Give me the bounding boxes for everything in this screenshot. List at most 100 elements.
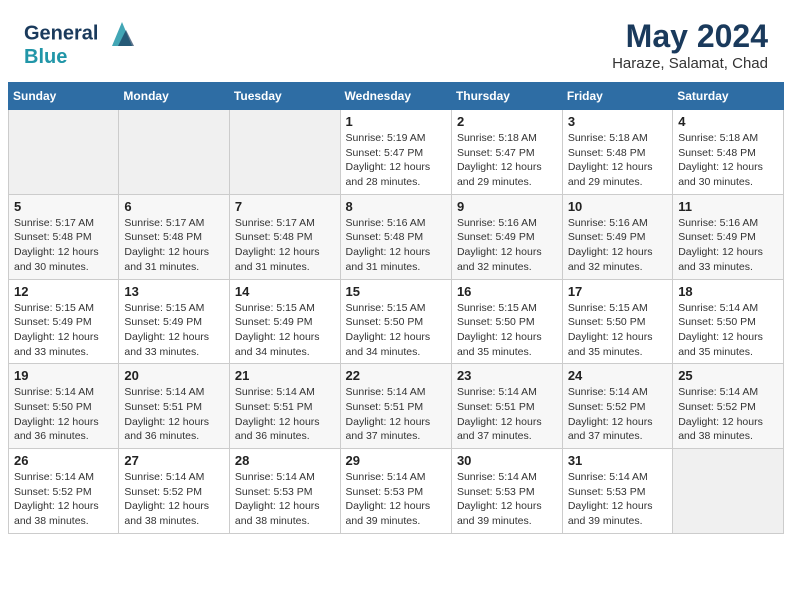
day-number: 26: [14, 453, 113, 468]
day-number: 15: [346, 284, 446, 299]
calendar-cell: 26 Sunrise: 5:14 AM Sunset: 5:52 PM Dayli…: [9, 449, 119, 534]
day-number: 17: [568, 284, 667, 299]
day-number: 9: [457, 199, 557, 214]
calendar-cell: 25Sunrise: 5:14 AM Sunset: 5:52 PM Dayli…: [673, 364, 784, 449]
day-number: 12: [14, 284, 113, 299]
day-number: 5: [14, 199, 113, 214]
day-info: Sunrise: 5:14 AM Sunset: 5:50 PM Dayligh…: [14, 385, 113, 444]
calendar-cell: 22 Sunrise: 5:14 AM Sunset: 5:51 PM Dayli…: [340, 364, 451, 449]
calendar-cell: 24Sunrise: 5:14 AM Sunset: 5:52 PM Dayli…: [562, 364, 672, 449]
calendar-cell: 4 Sunrise: 5:18 AM Sunset: 5:48 PM Daylig…: [673, 110, 784, 195]
calendar-cell: 6Sunrise: 5:17 AM Sunset: 5:48 PM Daylig…: [119, 194, 230, 279]
day-info: Sunrise: 5:14 AM Sunset: 5:51 PM Dayligh…: [346, 385, 446, 444]
day-number: 27: [124, 453, 224, 468]
day-info: Sunrise: 5:14 AM Sunset: 5:53 PM Dayligh…: [235, 470, 335, 529]
day-number: 23: [457, 368, 557, 383]
calendar-cell: [119, 110, 230, 195]
calendar-cell: 9 Sunrise: 5:16 AM Sunset: 5:49 PM Daylig…: [451, 194, 562, 279]
logo: General Blue: [24, 18, 138, 69]
calendar-cell: 7Sunrise: 5:17 AM Sunset: 5:48 PM Daylig…: [229, 194, 340, 279]
calendar-cell: 12Sunrise: 5:15 AM Sunset: 5:49 PM Dayli…: [9, 279, 119, 364]
calendar-week-3: 12 Sunrise: 5:15 AM Sunset: 5:49 PM Dayli…: [9, 279, 784, 364]
calendar-header-saturday: Saturday: [673, 83, 784, 110]
calendar-cell: 30 Sunrise: 5:14 AM Sunset: 5:53 PM Dayli…: [451, 449, 562, 534]
calendar-cell: 10 Sunrise: 5:16 AM Sunset: 5:49 PM Dayli…: [562, 194, 672, 279]
day-info: Sunrise: 5:14 AM Sunset: 5:53 PM Dayligh…: [457, 470, 557, 529]
calendar-cell: 1 Sunrise: 5:19 AM Sunset: 5:47 PM Daylig…: [340, 110, 451, 195]
day-number: 19: [14, 368, 113, 383]
day-info: Sunrise: 5:18 AM Sunset: 5:48 PM Dayligh…: [568, 131, 667, 190]
calendar-week-5: 26 Sunrise: 5:14 AM Sunset: 5:52 PM Dayli…: [9, 449, 784, 534]
day-info: Sunrise: 5:14 AM Sunset: 5:52 PM Dayligh…: [124, 470, 224, 529]
calendar-cell: 31 Sunrise: 5:14 AM Sunset: 5:53 PM Dayli…: [562, 449, 672, 534]
calendar-cell: 8 Sunrise: 5:16 AM Sunset: 5:48 PM Daylig…: [340, 194, 451, 279]
calendar-cell: [229, 110, 340, 195]
day-info: Sunrise: 5:16 AM Sunset: 5:49 PM Dayligh…: [568, 216, 667, 275]
day-number: 11: [678, 199, 778, 214]
day-info: Sunrise: 5:16 AM Sunset: 5:48 PM Dayligh…: [346, 216, 446, 275]
calendar-header-row: SundayMondayTuesdayWednesdayThursdayFrid…: [9, 83, 784, 110]
day-number: 10: [568, 199, 667, 214]
calendar-cell: 29 Sunrise: 5:14 AM Sunset: 5:53 PM Dayli…: [340, 449, 451, 534]
day-info: Sunrise: 5:18 AM Sunset: 5:47 PM Dayligh…: [457, 131, 557, 190]
calendar-cell: 15Sunrise: 5:15 AM Sunset: 5:50 PM Dayli…: [340, 279, 451, 364]
calendar-cell: 19 Sunrise: 5:14 AM Sunset: 5:50 PM Dayli…: [9, 364, 119, 449]
day-number: 21: [235, 368, 335, 383]
calendar-header-sunday: Sunday: [9, 83, 119, 110]
calendar-cell: 21 Sunrise: 5:14 AM Sunset: 5:51 PM Dayli…: [229, 364, 340, 449]
calendar-header-tuesday: Tuesday: [229, 83, 340, 110]
day-number: 2: [457, 114, 557, 129]
calendar-week-1: 1 Sunrise: 5:19 AM Sunset: 5:47 PM Daylig…: [9, 110, 784, 195]
calendar-cell: 16Sunrise: 5:15 AM Sunset: 5:50 PM Dayli…: [451, 279, 562, 364]
day-number: 14: [235, 284, 335, 299]
calendar-header-wednesday: Wednesday: [340, 83, 451, 110]
day-info: Sunrise: 5:15 AM Sunset: 5:50 PM Dayligh…: [568, 301, 667, 360]
day-number: 25: [678, 368, 778, 383]
day-info: Sunrise: 5:14 AM Sunset: 5:51 PM Dayligh…: [235, 385, 335, 444]
calendar-cell: 5 Sunrise: 5:17 AM Sunset: 5:48 PM Daylig…: [9, 194, 119, 279]
title-block: May 2024 Haraze, Salamat, Chad: [612, 18, 768, 72]
calendar-cell: 11 Sunrise: 5:16 AM Sunset: 5:49 PM Dayli…: [673, 194, 784, 279]
day-info: Sunrise: 5:16 AM Sunset: 5:49 PM Dayligh…: [457, 216, 557, 275]
subtitle: Haraze, Salamat, Chad: [612, 55, 768, 72]
day-info: Sunrise: 5:17 AM Sunset: 5:48 PM Dayligh…: [14, 216, 113, 275]
day-number: 22: [346, 368, 446, 383]
day-info: Sunrise: 5:18 AM Sunset: 5:48 PM Dayligh…: [678, 131, 778, 190]
day-info: Sunrise: 5:16 AM Sunset: 5:49 PM Dayligh…: [678, 216, 778, 275]
day-info: Sunrise: 5:14 AM Sunset: 5:50 PM Dayligh…: [678, 301, 778, 360]
day-info: Sunrise: 5:14 AM Sunset: 5:53 PM Dayligh…: [346, 470, 446, 529]
day-number: 1: [346, 114, 446, 129]
day-info: Sunrise: 5:14 AM Sunset: 5:53 PM Dayligh…: [568, 470, 667, 529]
day-number: 28: [235, 453, 335, 468]
day-number: 4: [678, 114, 778, 129]
day-info: Sunrise: 5:14 AM Sunset: 5:52 PM Dayligh…: [14, 470, 113, 529]
day-info: Sunrise: 5:15 AM Sunset: 5:50 PM Dayligh…: [457, 301, 557, 360]
header: General Blue May 2024 Haraze, Salamat, C…: [0, 0, 792, 82]
logo-text: General: [24, 22, 98, 44]
day-info: Sunrise: 5:15 AM Sunset: 5:49 PM Dayligh…: [235, 301, 335, 360]
calendar-cell: [9, 110, 119, 195]
calendar-header-monday: Monday: [119, 83, 230, 110]
day-info: Sunrise: 5:15 AM Sunset: 5:49 PM Dayligh…: [124, 301, 224, 360]
day-info: Sunrise: 5:14 AM Sunset: 5:51 PM Dayligh…: [124, 385, 224, 444]
calendar-week-2: 5 Sunrise: 5:17 AM Sunset: 5:48 PM Daylig…: [9, 194, 784, 279]
day-number: 29: [346, 453, 446, 468]
calendar-cell: 13Sunrise: 5:15 AM Sunset: 5:49 PM Dayli…: [119, 279, 230, 364]
day-number: 24: [568, 368, 667, 383]
day-info: Sunrise: 5:17 AM Sunset: 5:48 PM Dayligh…: [124, 216, 224, 275]
calendar-table: SundayMondayTuesdayWednesdayThursdayFrid…: [8, 82, 784, 534]
calendar-cell: 2 Sunrise: 5:18 AM Sunset: 5:47 PM Daylig…: [451, 110, 562, 195]
calendar-wrapper: SundayMondayTuesdayWednesdayThursdayFrid…: [0, 82, 792, 542]
main-title: May 2024: [612, 18, 768, 55]
day-number: 20: [124, 368, 224, 383]
day-info: Sunrise: 5:14 AM Sunset: 5:51 PM Dayligh…: [457, 385, 557, 444]
calendar-header-thursday: Thursday: [451, 83, 562, 110]
calendar-cell: 20 Sunrise: 5:14 AM Sunset: 5:51 PM Dayli…: [119, 364, 230, 449]
day-number: 8: [346, 199, 446, 214]
day-number: 7: [235, 199, 335, 214]
day-info: Sunrise: 5:19 AM Sunset: 5:47 PM Dayligh…: [346, 131, 446, 190]
day-number: 31: [568, 453, 667, 468]
day-number: 30: [457, 453, 557, 468]
calendar-cell: 3Sunrise: 5:18 AM Sunset: 5:48 PM Daylig…: [562, 110, 672, 195]
calendar-header-friday: Friday: [562, 83, 672, 110]
